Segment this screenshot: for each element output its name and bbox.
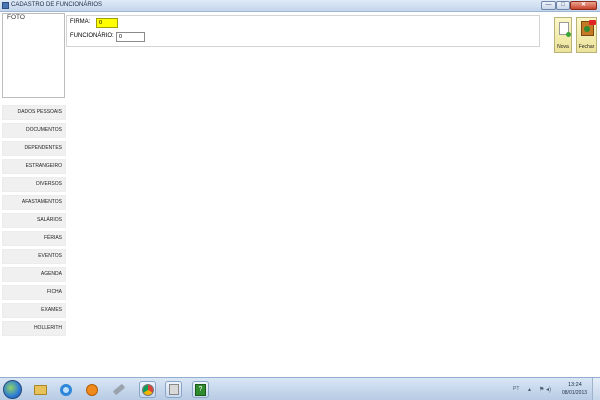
internet-explorer-icon[interactable] [57, 381, 74, 398]
menu-item-dependentes[interactable]: DEPENDENTES [2, 141, 66, 156]
new-document-icon [559, 22, 571, 37]
folder-icon[interactable] [32, 381, 49, 398]
menu-item-ficha[interactable]: FICHA [2, 285, 66, 300]
menu-item-diversos[interactable]: DIVERSOS [2, 177, 66, 192]
chrome-icon[interactable] [139, 381, 156, 398]
media-player-icon[interactable] [83, 381, 100, 398]
menu-item-hollerith[interactable]: HOLLERITH [2, 321, 66, 336]
language-indicator[interactable]: PT [513, 386, 519, 392]
window-title: CADASTRO DE FUNCIONÁRIOS [11, 2, 103, 8]
action-center-icon[interactable]: ⚑ [539, 386, 544, 393]
header-panel [66, 15, 540, 47]
photo-label: FOTO [6, 14, 26, 21]
menu-item-afastamentos[interactable]: AFASTAMENTOS [2, 195, 66, 210]
clock-time[interactable]: 13:24 [568, 382, 582, 388]
menu-item-exames[interactable]: EXAMES [2, 303, 66, 318]
nova-label: Nova [557, 44, 569, 50]
clock-date[interactable]: 08/01/2013 [562, 390, 587, 396]
paint-icon[interactable] [165, 381, 182, 398]
funcionario-field[interactable]: 0 [116, 32, 145, 42]
tools-icon[interactable] [110, 381, 127, 398]
close-button[interactable]: ✕ [570, 1, 597, 10]
minimize-button[interactable]: — [541, 1, 556, 10]
show-desktop-button[interactable] [592, 378, 600, 400]
nova-button[interactable]: Nova [554, 17, 572, 53]
menu-item-eventos[interactable]: EVENTOS [2, 249, 66, 264]
firma-label: FIRMA: [70, 19, 91, 25]
app-icon [2, 2, 9, 9]
title-bar: CADASTRO DE FUNCIONÁRIOS — □ ✕ [0, 0, 600, 12]
menu-item-ferias[interactable]: FÉRIAS [2, 231, 66, 246]
menu-item-estrangeiro[interactable]: ESTRANGEIRO [2, 159, 66, 174]
maximize-button[interactable]: □ [556, 1, 570, 10]
firma-field[interactable]: 0 [96, 18, 118, 28]
funcionario-label: FUNCIONÁRIO: [70, 33, 114, 39]
exit-door-icon [581, 20, 596, 36]
volume-icon[interactable]: ◂) [546, 386, 551, 393]
menu-item-agenda[interactable]: AGENDA [2, 267, 66, 282]
tray-expand-icon[interactable]: ▴ [528, 386, 531, 393]
side-menu: DADOS PESSOAIS DOCUMENTOS DEPENDENTES ES… [2, 105, 66, 339]
menu-item-dados-pessoais[interactable]: DADOS PESSOAIS [2, 105, 66, 120]
app-taskbar-icon[interactable]: ? [192, 381, 209, 398]
fechar-label: Fechar [578, 44, 595, 50]
menu-item-salarios[interactable]: SALÁRIOS [2, 213, 66, 228]
menu-item-documentos[interactable]: DOCUMENTOS [2, 123, 66, 138]
fechar-button[interactable]: Fechar [576, 17, 597, 53]
taskbar: ? PT ▴ ⚑ ◂) 13:24 08/01/2013 [0, 377, 600, 400]
photo-frame: FOTO [2, 13, 65, 98]
start-orb-icon[interactable] [3, 380, 22, 399]
